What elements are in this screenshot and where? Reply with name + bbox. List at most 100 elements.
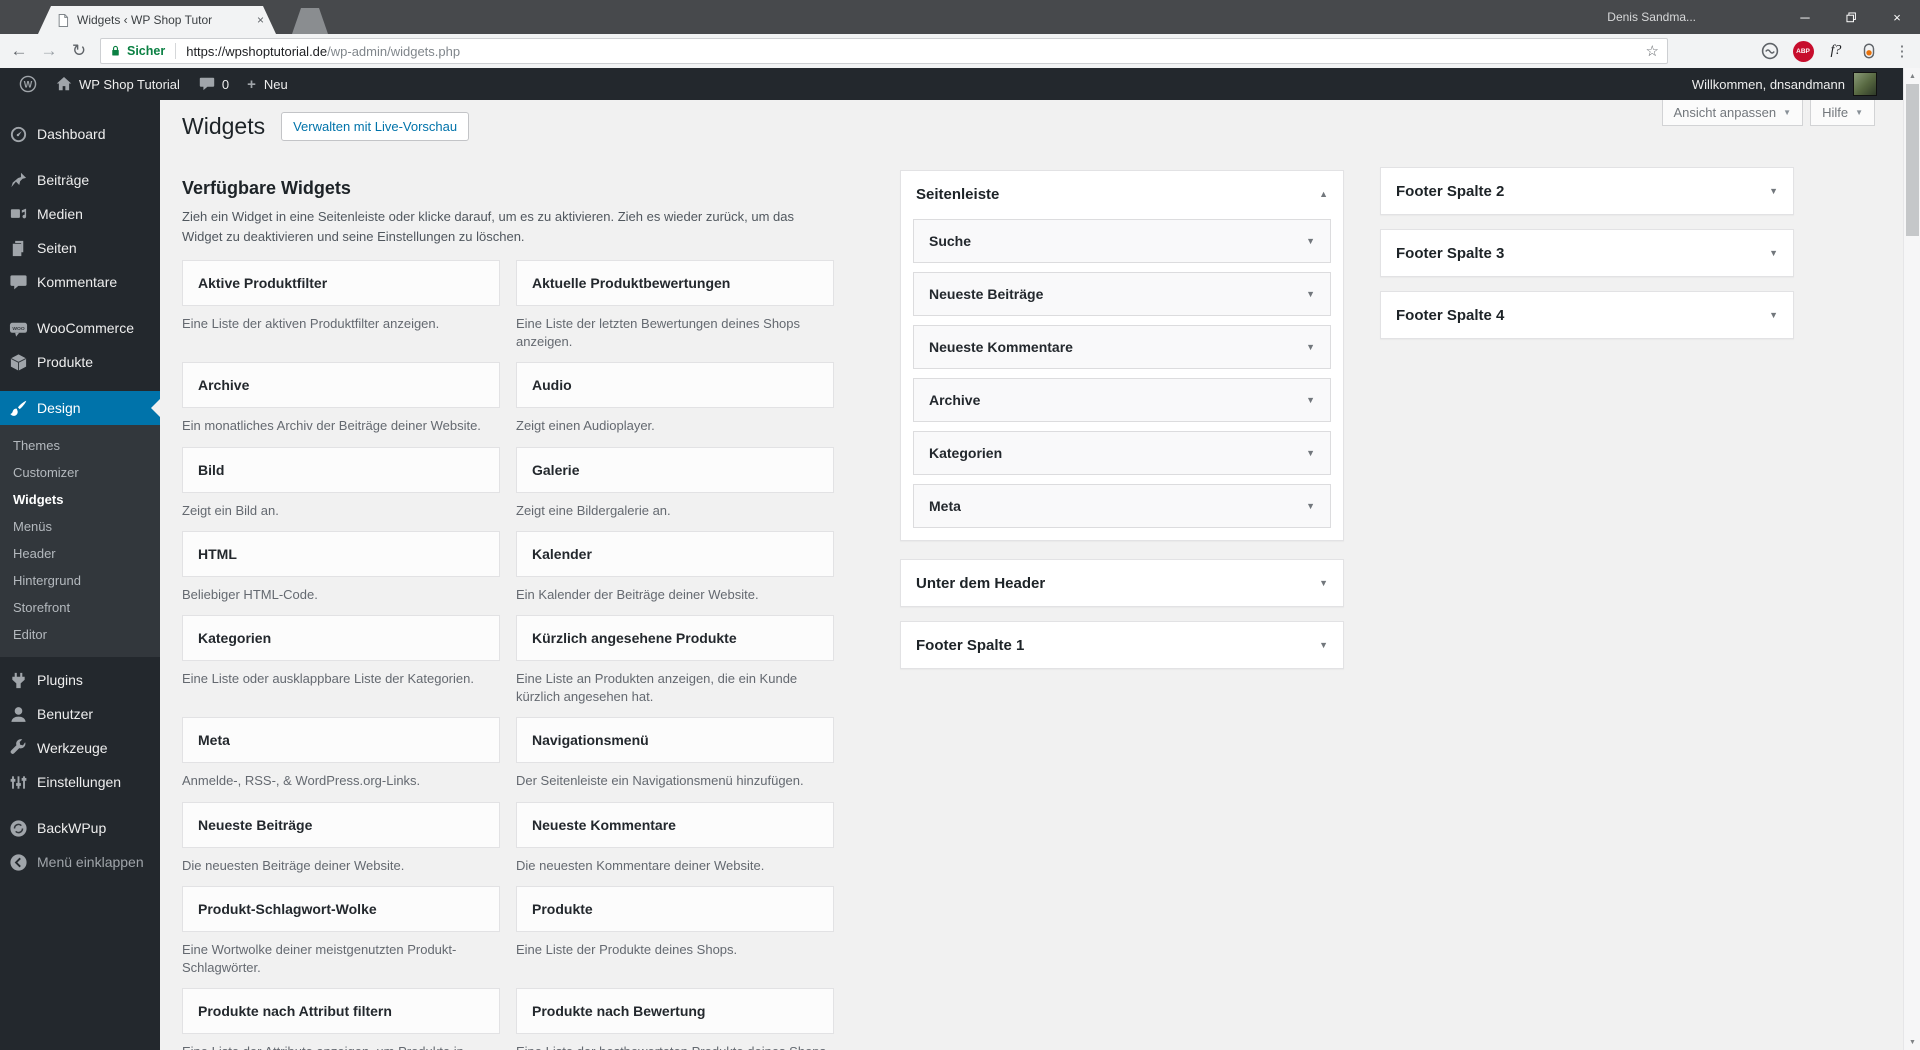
chevron-down-icon[interactable]: ▼ — [1306, 342, 1315, 352]
site-home-link[interactable]: WP Shop Tutorial — [46, 68, 189, 100]
sidebar-item-woocommerce[interactable]: WOO WooCommerce — [0, 311, 160, 345]
submenu-item-customizer[interactable]: Customizer — [0, 459, 160, 486]
sidebar-item-design[interactable]: Design — [0, 391, 160, 425]
minimize-button[interactable]: ─ — [1782, 0, 1828, 34]
sidebar-item-pages[interactable]: Seiten — [0, 231, 160, 265]
widget-card-html[interactable]: HTML — [182, 530, 500, 577]
chevron-down-icon[interactable]: ▼ — [1306, 236, 1315, 246]
widget-card-produkte-nach-bewertung[interactable]: Produkte nach Bewertung — [516, 988, 834, 1035]
wordpress-logo-icon[interactable]: W — [10, 68, 46, 100]
restore-button[interactable] — [1828, 0, 1874, 34]
sidebar-item-comments[interactable]: Kommentare — [0, 265, 160, 299]
comments-indicator[interactable]: 0 — [189, 68, 238, 100]
widget-card-aktive-produktfilter[interactable]: Aktive Produktfilter — [182, 260, 500, 306]
submenu-item-widgets[interactable]: Widgets — [0, 486, 160, 513]
widget-card-produkt-schlagwort-wolke[interactable]: Produkt-Schlagwort-Wolke — [182, 885, 500, 932]
chevron-down-icon[interactable]: ▼ — [1319, 640, 1328, 650]
browser-tab[interactable]: Widgets ‹ WP Shop Tutor × — [38, 6, 276, 34]
widget-card-audio[interactable]: Audio — [516, 362, 834, 409]
panel-header[interactable]: Footer Spalte 4 ▼ — [1381, 292, 1793, 338]
session-extension-icon[interactable] — [1857, 39, 1881, 63]
widget-card-produkte-nach-attribut[interactable]: Produkte nach Attribut filtern — [182, 988, 500, 1035]
widget-card-aktuelle-produktbewertungen[interactable]: Aktuelle Produktbewertungen — [516, 260, 834, 306]
sidebar-item-settings[interactable]: Einstellungen — [0, 765, 160, 799]
widget-card-neueste-beitraege[interactable]: Neueste Beiträge — [182, 801, 500, 848]
sidebar-item-backwpup[interactable]: BackWPup — [0, 811, 160, 845]
page-scrollbar[interactable]: ▲ ▼ — [1903, 68, 1920, 1050]
chevron-down-icon[interactable]: ▼ — [1306, 501, 1315, 511]
browser-profile-name[interactable]: Denis Sandma... — [1607, 0, 1696, 34]
scrollbar-thumb[interactable] — [1906, 84, 1919, 236]
new-tab-button[interactable] — [292, 8, 328, 34]
widget-card-navigationsmenue[interactable]: Navigationsmenü — [516, 717, 834, 764]
widget-card-bild[interactable]: Bild — [182, 446, 500, 493]
address-bar[interactable]: Sicher https://wpshoptutorial.de/wp-admi… — [100, 38, 1668, 64]
close-button[interactable]: × — [1874, 0, 1920, 34]
submenu-item-menus[interactable]: Menüs — [0, 513, 160, 540]
reload-button[interactable]: ↻ — [64, 34, 94, 68]
panel-header[interactable]: Footer Spalte 3 ▼ — [1381, 230, 1793, 276]
avatar[interactable] — [1853, 72, 1877, 96]
widget-card-meta[interactable]: Meta — [182, 717, 500, 764]
sidebar-item-tools[interactable]: Werkzeuge — [0, 731, 160, 765]
admin-content: Ansicht anpassen ▼ Hilfe ▼ Widgets Verwa… — [160, 100, 1903, 1050]
new-content-button[interactable]: + Neu — [238, 68, 297, 100]
sidebar-widget-suche[interactable]: Suche ▼ — [913, 219, 1331, 263]
backwpup-icon — [10, 819, 27, 837]
scroll-up-icon[interactable]: ▲ — [1904, 68, 1920, 84]
submenu-item-editor[interactable]: Editor — [0, 621, 160, 648]
adblock-plus-extension-icon[interactable]: ABP — [1791, 39, 1815, 63]
back-button[interactable]: ← — [4, 34, 34, 68]
submenu-item-header[interactable]: Header — [0, 540, 160, 567]
chevron-up-icon[interactable]: ▲ — [1319, 189, 1328, 199]
panel-header[interactable]: Seitenleiste ▲ — [901, 171, 1343, 217]
sidebar-widget-neueste-beitraege[interactable]: Neueste Beiträge ▼ — [913, 272, 1331, 316]
widget-card-neueste-kommentare[interactable]: Neueste Kommentare — [516, 801, 834, 848]
sidebar-widget-kategorien[interactable]: Kategorien ▼ — [913, 431, 1331, 475]
panel-header[interactable]: Unter dem Header ▼ — [901, 560, 1343, 606]
sidebar-item-users[interactable]: Benutzer — [0, 697, 160, 731]
manage-live-preview-button[interactable]: Verwalten mit Live-Vorschau — [281, 112, 470, 141]
chevron-down-icon[interactable]: ▼ — [1769, 310, 1778, 320]
chevron-down-icon[interactable]: ▼ — [1306, 289, 1315, 299]
scroll-down-icon[interactable]: ▼ — [1904, 1034, 1920, 1050]
chevron-down-icon[interactable]: ▼ — [1319, 578, 1328, 588]
chevron-down-icon[interactable]: ▼ — [1769, 186, 1778, 196]
submenu-item-storefront[interactable]: Storefront — [0, 594, 160, 621]
screen-options-button[interactable]: Ansicht anpassen ▼ — [1661, 100, 1804, 126]
ghostery-extension-icon[interactable] — [1758, 39, 1782, 63]
widget-description: Eine Liste der Attribute anzeigen, um Pr… — [182, 1043, 500, 1050]
sidebar-widget-archive[interactable]: Archive ▼ — [913, 378, 1331, 422]
chevron-down-icon[interactable]: ▼ — [1769, 248, 1778, 258]
sidebar-item-media[interactable]: Medien — [0, 197, 160, 231]
widget-card-kalender[interactable]: Kalender — [516, 530, 834, 577]
svg-text:W: W — [24, 79, 33, 89]
submenu-item-themes[interactable]: Themes — [0, 432, 160, 459]
chevron-down-icon[interactable]: ▼ — [1306, 448, 1315, 458]
sidebar-item-products[interactable]: Produkte — [0, 345, 160, 379]
widget-card-galerie[interactable]: Galerie — [516, 446, 834, 493]
widget-card-kuerzlich-angesehene-produkte[interactable]: Kürzlich angesehene Produkte — [516, 614, 834, 661]
sidebar-item-posts[interactable]: Beiträge — [0, 163, 160, 197]
panel-header[interactable]: Footer Spalte 2 ▼ — [1381, 168, 1793, 214]
font-extension-icon[interactable]: f? — [1824, 39, 1848, 63]
submenu-item-background[interactable]: Hintergrund — [0, 567, 160, 594]
widget-card-produkte[interactable]: Produkte — [516, 885, 834, 932]
sidebar-item-plugins[interactable]: Plugins — [0, 663, 160, 697]
welcome-account-link[interactable]: Willkommen, dnsandmann — [1692, 77, 1845, 92]
widget-card-kategorien[interactable]: Kategorien — [182, 614, 500, 661]
sidebar-panel-unter-dem-header: Unter dem Header ▼ — [900, 559, 1344, 607]
widget-card-archive[interactable]: Archive — [182, 362, 500, 409]
help-button[interactable]: Hilfe ▼ — [1810, 100, 1875, 126]
chevron-down-icon[interactable]: ▼ — [1306, 395, 1315, 405]
browser-menu-icon[interactable]: ⋮ — [1890, 39, 1914, 63]
panel-header[interactable]: Footer Spalte 1 ▼ — [901, 622, 1343, 668]
sidebar-item-dashboard[interactable]: Dashboard — [0, 117, 160, 151]
widget-description: Beliebiger HTML-Code. — [182, 586, 318, 602]
sidebar-widget-neueste-kommentare[interactable]: Neueste Kommentare ▼ — [913, 325, 1331, 369]
tab-close-icon[interactable]: × — [257, 13, 264, 27]
sidebar-widget-meta[interactable]: Meta ▼ — [913, 484, 1331, 528]
collapse-menu-button[interactable]: Menü einklappen — [0, 845, 160, 879]
bookmark-star-icon[interactable]: ☆ — [1646, 42, 1659, 60]
forward-button[interactable]: → — [34, 34, 64, 68]
